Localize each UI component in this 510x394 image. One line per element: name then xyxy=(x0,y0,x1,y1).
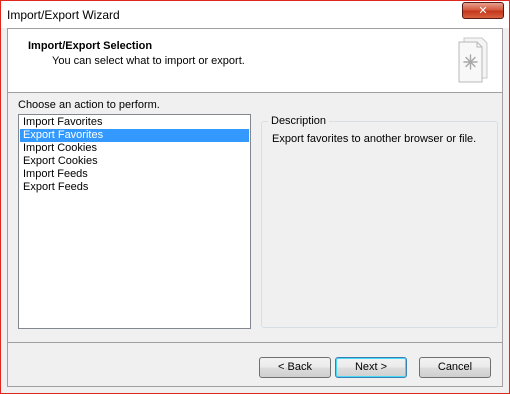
wizard-client-area: Import/Export Selection You can select w… xyxy=(7,28,503,387)
wizard-header: Import/Export Selection You can select w… xyxy=(8,29,502,93)
page-subtitle: You can select what to import or export. xyxy=(52,55,245,67)
list-item[interactable]: Export Cookies xyxy=(20,155,249,168)
list-item[interactable]: Export Feeds xyxy=(20,181,249,194)
action-prompt-label: Choose an action to perform. xyxy=(18,99,160,111)
next-button[interactable]: Next > xyxy=(335,357,407,378)
window-title: Import/Export Wizard xyxy=(7,8,120,22)
close-icon: ✕ xyxy=(478,4,488,17)
list-item[interactable]: Import Feeds xyxy=(20,168,249,181)
description-groupbox xyxy=(261,121,498,328)
description-text: Export favorites to another browser or f… xyxy=(272,133,477,145)
title-bar[interactable]: Import/Export Wizard ✕ xyxy=(1,1,509,28)
page-title: Import/Export Selection xyxy=(28,40,153,52)
description-legend: Description xyxy=(268,115,330,127)
action-listbox[interactable]: Import Favorites Export Favorites Import… xyxy=(18,114,251,329)
wizard-window: Import/Export Wizard ✕ Import/Export Sel… xyxy=(0,0,510,394)
list-item[interactable]: Import Cookies xyxy=(20,142,249,155)
close-button[interactable]: ✕ xyxy=(462,2,504,19)
list-item[interactable]: Import Favorites xyxy=(20,116,249,129)
wizard-document-icon xyxy=(458,37,488,83)
back-button[interactable]: < Back xyxy=(259,357,331,378)
list-item[interactable]: Export Favorites xyxy=(20,129,249,142)
footer-divider xyxy=(8,342,502,343)
cancel-button[interactable]: Cancel xyxy=(419,357,491,378)
